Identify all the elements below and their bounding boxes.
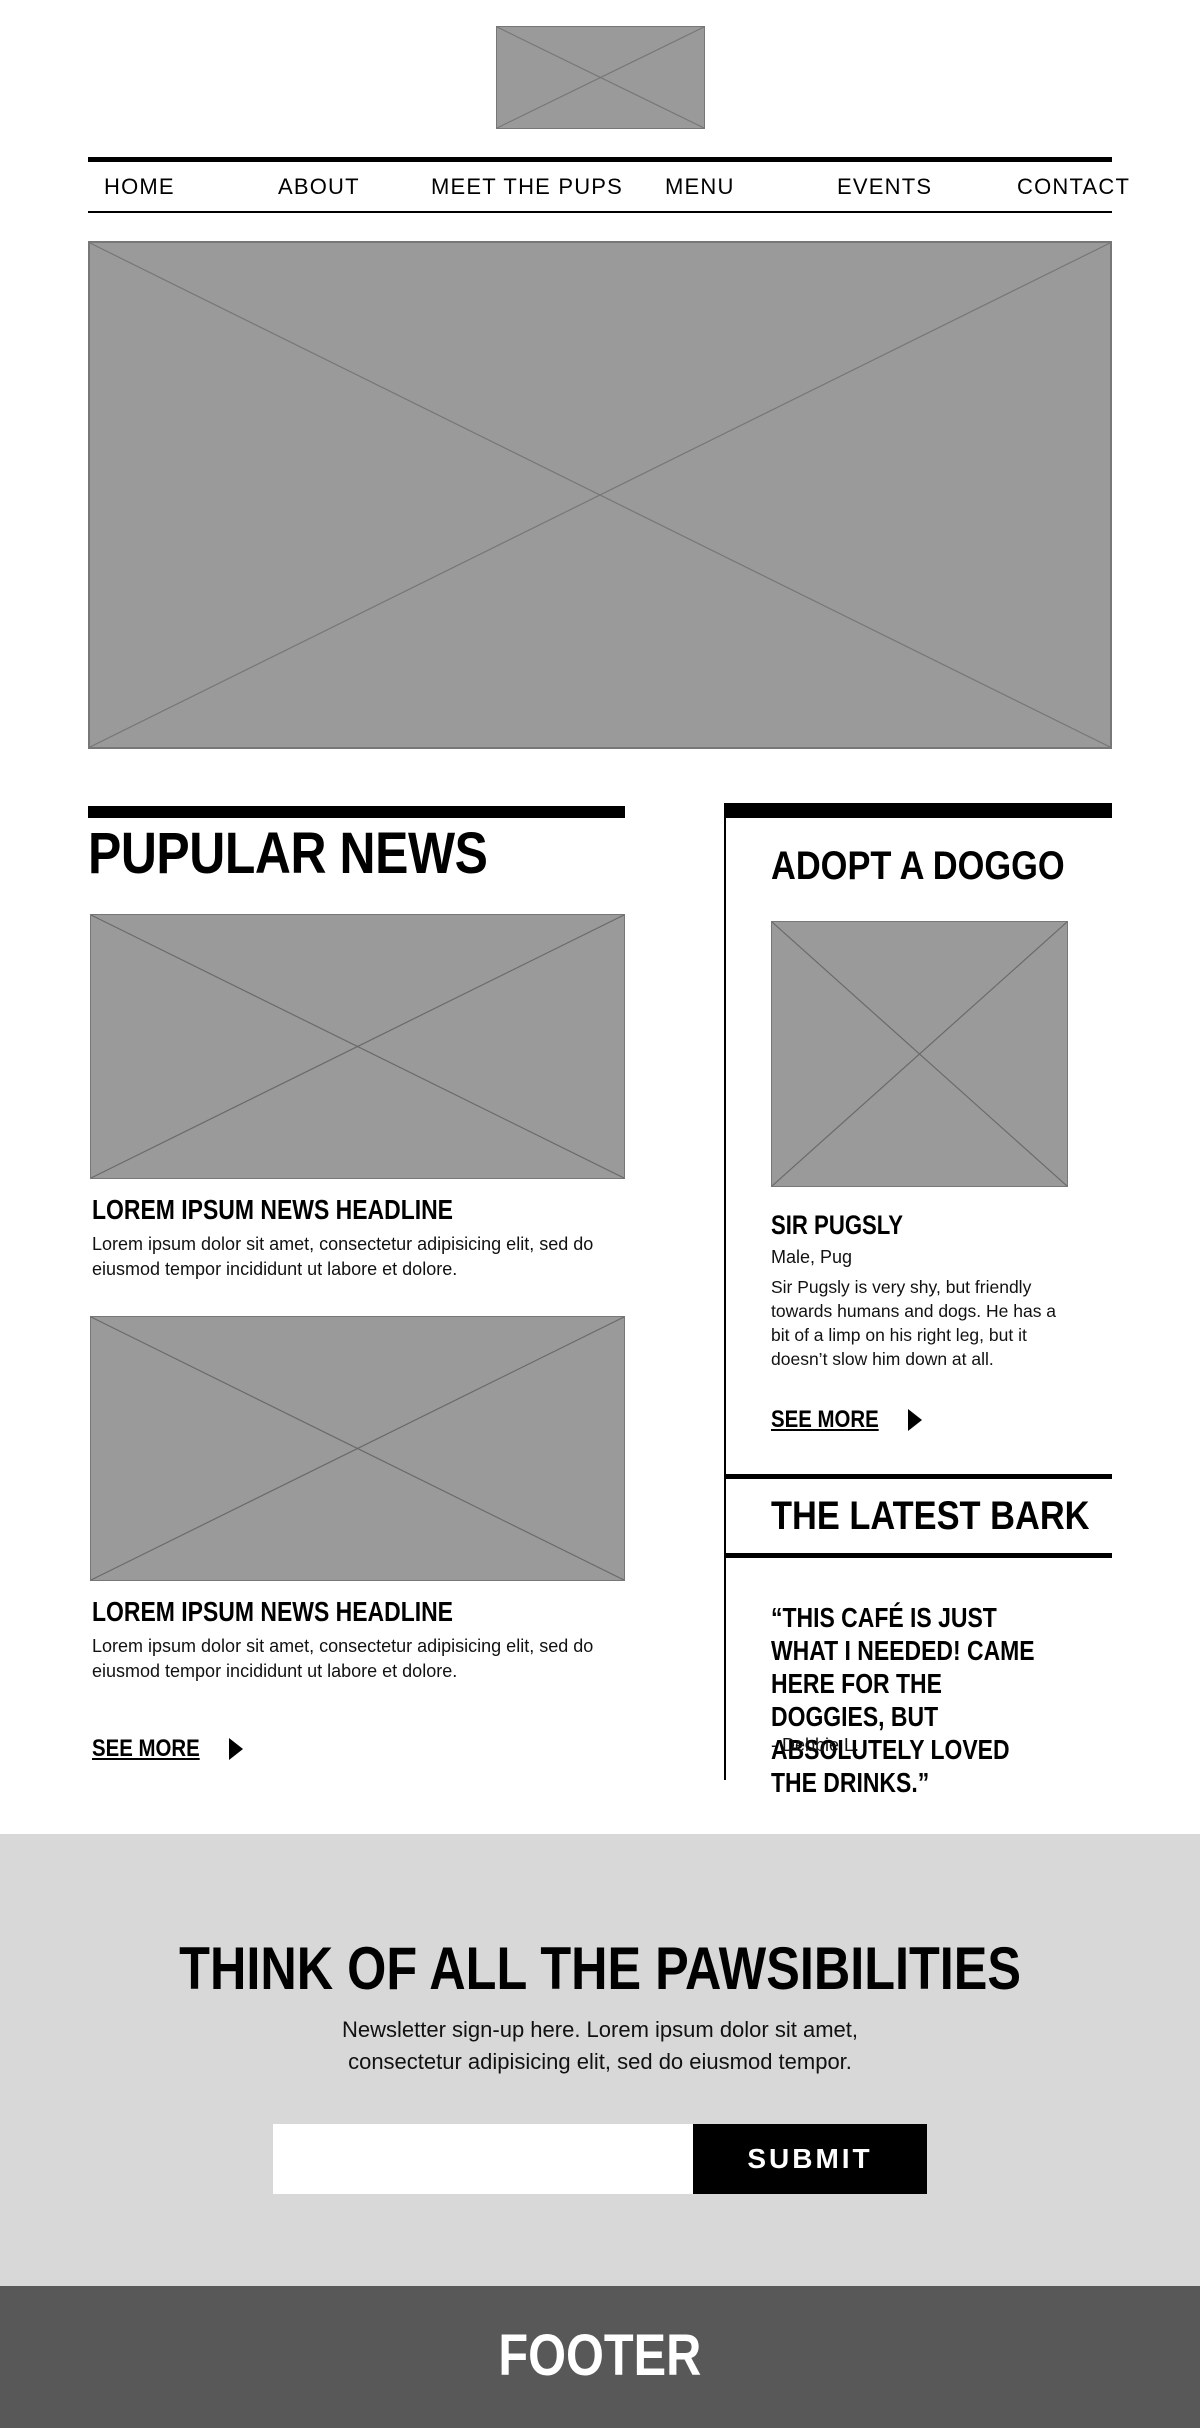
adopt-dog-meta: Male, Pug xyxy=(771,1247,853,1267)
nav-events[interactable]: EVENTS xyxy=(837,174,932,200)
news-top-rule xyxy=(88,806,625,818)
nav-home[interactable]: HOME xyxy=(104,174,175,200)
news-see-more-link[interactable]: SEE MORE xyxy=(92,1735,243,1763)
hero-image xyxy=(88,241,1112,749)
adopt-dog-name: SIR PUGSLY xyxy=(771,1210,904,1240)
newsletter-submit-button[interactable]: SUBMIT xyxy=(693,2124,927,2194)
adopt-title: ADOPT A DOGGO xyxy=(771,844,1065,888)
news-article-1-body: Lorem ipsum dolor sit amet, consectetur … xyxy=(92,1234,594,1279)
footer: FOOTER xyxy=(0,2286,1200,2428)
testimonial-author: - Debbie L. xyxy=(771,1735,860,1755)
main-nav: HOME ABOUT MEET THE PUPS MENU EVENTS CON… xyxy=(88,157,1129,213)
arrow-right-icon xyxy=(907,1409,922,1431)
news-article-1-image[interactable] xyxy=(90,914,625,1179)
latest-bark-title: THE LATEST BARK xyxy=(771,1494,1090,1538)
arrow-right-icon xyxy=(228,1738,243,1760)
logo-image[interactable] xyxy=(496,26,705,129)
news-article-2-body: Lorem ipsum dolor sit amet, consectetur … xyxy=(92,1636,594,1681)
sidebar-top-rule xyxy=(724,803,1112,818)
adopt-see-more-link[interactable]: SEE MORE xyxy=(771,1406,922,1434)
latest-bark-top-rule xyxy=(724,1474,1112,1479)
news-section-title: PUPULAR NEWS xyxy=(88,821,488,886)
footer-label: FOOTER xyxy=(0,2322,1200,2389)
newsletter-description: Newsletter sign-up here. Lorem ipsum dol… xyxy=(342,2017,858,2074)
nav-about[interactable]: ABOUT xyxy=(278,174,360,200)
sidebar-left-border xyxy=(724,806,726,1780)
newsletter-title: THINK OF ALL THE PAWSIBILITIES xyxy=(0,1934,1200,2003)
nav-meet-the-pups[interactable]: MEET THE PUPS xyxy=(431,174,623,200)
news-article-1-headline[interactable]: LOREM IPSUM NEWS HEADLINE xyxy=(92,1194,453,1226)
news-article-2-headline[interactable]: LOREM IPSUM NEWS HEADLINE xyxy=(92,1596,453,1628)
nav-menu[interactable]: MENU xyxy=(665,174,735,200)
adopt-dog-description: Sir Pugsly is very shy, but friendly tow… xyxy=(771,1277,1057,1369)
latest-bark-bottom-rule xyxy=(724,1553,1112,1558)
newsletter-title-text: THINK OF ALL THE PAWSIBILITIES xyxy=(179,1935,1021,2002)
news-article-2-image[interactable] xyxy=(90,1316,625,1581)
news-see-more-label: SEE MORE xyxy=(92,1735,200,1762)
newsletter-section: THINK OF ALL THE PAWSIBILITIES Newslette… xyxy=(0,1834,1200,2286)
adopt-see-more-label: SEE MORE xyxy=(771,1406,879,1433)
newsletter-email-input[interactable] xyxy=(273,2124,693,2194)
nav-contact[interactable]: CONTACT xyxy=(1017,174,1130,200)
adopt-dog-image[interactable] xyxy=(771,921,1068,1187)
footer-label-text: FOOTER xyxy=(498,2323,702,2388)
testimonial-quote: “THIS CAFÉ IS JUST WHAT I NEEDED! CAME H… xyxy=(771,1602,1035,1798)
